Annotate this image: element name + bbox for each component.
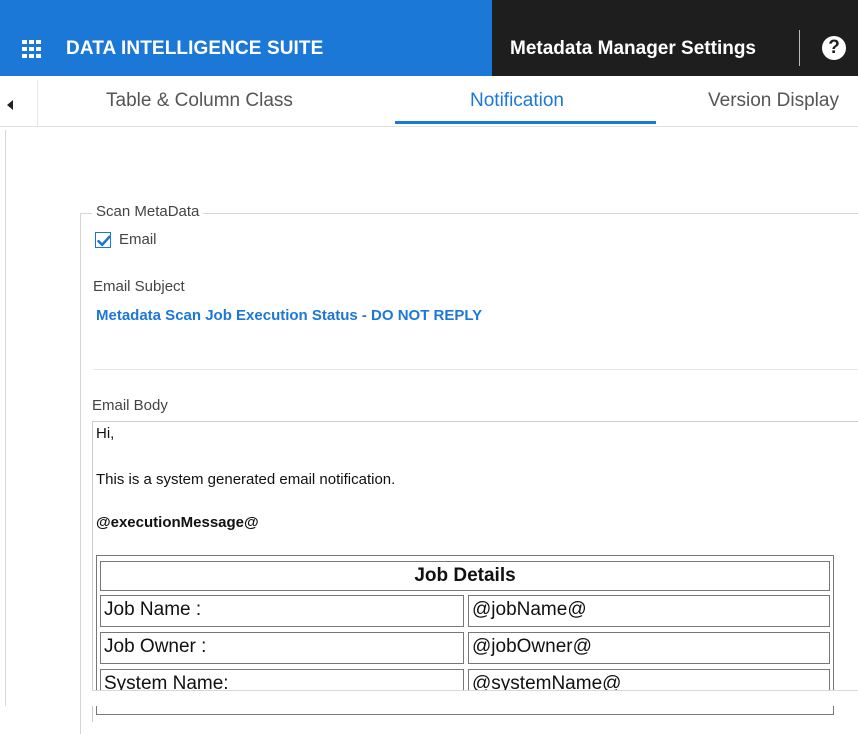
tab-notification[interactable]: Notification xyxy=(470,90,564,112)
email-body-label: Email Body xyxy=(92,397,168,414)
table-row-label: Job Name : xyxy=(100,595,464,627)
email-checkbox[interactable] xyxy=(95,232,111,248)
header-divider xyxy=(799,30,800,66)
check-icon xyxy=(97,235,111,247)
email-subject-label: Email Subject xyxy=(93,278,185,295)
table-row-label: Job Owner : xyxy=(100,632,464,664)
editor-bottom-border xyxy=(92,690,858,691)
fieldset-legend: Scan MetaData xyxy=(92,203,204,220)
help-icon[interactable]: ? xyxy=(822,36,846,60)
page-title: Metadata Manager Settings xyxy=(510,38,756,59)
tab-version-display[interactable]: Version Display xyxy=(708,90,839,112)
body-greeting: Hi, xyxy=(96,425,115,442)
tab-table-column-class[interactable]: Table & Column Class xyxy=(106,90,293,112)
email-subject-field[interactable]: Metadata Scan Job Execution Status - DO … xyxy=(96,307,482,324)
table-row-value: @jobOwner@ xyxy=(468,632,830,664)
email-checkbox-label: Email xyxy=(119,231,157,248)
table-row-value: @jobName@ xyxy=(468,595,830,627)
app-grid-icon[interactable] xyxy=(22,40,42,58)
tab-scroll-left-icon[interactable] xyxy=(7,100,13,110)
job-details-title: Job Details xyxy=(100,561,830,591)
brand-title: DATA INTELLIGENCE SUITE xyxy=(66,38,324,59)
body-intro: This is a system generated email notific… xyxy=(96,471,396,488)
tab-scroll-divider xyxy=(37,80,38,126)
editor-bottom-mask xyxy=(92,690,858,706)
section-separator xyxy=(93,369,858,370)
active-tab-indicator xyxy=(395,121,656,124)
page-left-border xyxy=(5,130,6,706)
body-message-token: @executionMessage@ xyxy=(96,514,259,531)
